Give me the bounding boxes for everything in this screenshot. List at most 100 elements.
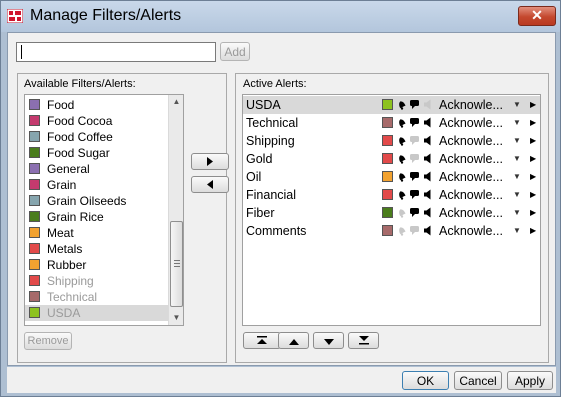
available-item[interactable]: Metals xyxy=(25,241,169,257)
dropdown-arrow-icon[interactable]: ▼ xyxy=(513,186,521,204)
available-item[interactable]: Food Cocoa xyxy=(25,113,169,129)
acknowledge-select[interactable]: Acknowle... xyxy=(439,114,503,132)
move-top-button[interactable] xyxy=(243,332,281,349)
bell-icon[interactable] xyxy=(397,99,407,110)
message-icon[interactable] xyxy=(409,99,420,110)
available-item[interactable]: USDA xyxy=(25,305,169,321)
dropdown-arrow-icon[interactable]: ▼ xyxy=(513,168,521,186)
speaker-icon[interactable] xyxy=(423,153,432,164)
available-list[interactable]: Food Food Cocoa Food Coffee Food Sugar Gener… xyxy=(24,94,184,326)
dropdown-arrow-icon[interactable]: ▼ xyxy=(513,204,521,222)
active-alert-row[interactable]: Oil Acknowle... ▼ ▶ xyxy=(243,168,540,186)
acknowledge-select[interactable]: Acknowle... xyxy=(439,204,503,222)
bell-icon[interactable] xyxy=(397,225,407,236)
dropdown-arrow-icon[interactable]: ▼ xyxy=(513,96,521,114)
message-icon[interactable] xyxy=(409,171,420,182)
cancel-button[interactable]: Cancel xyxy=(454,371,502,390)
available-scrollbar[interactable]: ▲ ▼ xyxy=(168,95,183,325)
color-swatch xyxy=(29,99,40,110)
expand-arrow-icon[interactable]: ▶ xyxy=(530,150,536,168)
bell-icon[interactable] xyxy=(397,171,407,182)
active-alert-row[interactable]: Comments Acknowle... ▼ ▶ xyxy=(243,222,540,240)
color-swatch[interactable] xyxy=(382,153,393,164)
available-item[interactable]: Grain Oilseeds xyxy=(25,193,169,209)
available-item[interactable]: Meat xyxy=(25,225,169,241)
scroll-thumb[interactable] xyxy=(170,221,183,307)
dropdown-arrow-icon[interactable]: ▼ xyxy=(513,132,521,150)
color-swatch[interactable] xyxy=(382,117,393,128)
dropdown-arrow-icon[interactable]: ▼ xyxy=(513,150,521,168)
bell-icon[interactable] xyxy=(397,135,407,146)
message-icon[interactable] xyxy=(409,135,420,146)
bell-icon[interactable] xyxy=(397,117,407,128)
expand-arrow-icon[interactable]: ▶ xyxy=(530,204,536,222)
available-item-label: General xyxy=(47,162,90,176)
active-alert-row[interactable]: USDA Acknowle... ▼ ▶ xyxy=(243,96,540,114)
expand-arrow-icon[interactable]: ▶ xyxy=(530,186,536,204)
filter-name-input[interactable] xyxy=(16,42,216,62)
message-icon[interactable] xyxy=(409,189,420,200)
speaker-icon[interactable] xyxy=(423,225,432,236)
available-item[interactable]: Food Sugar xyxy=(25,145,169,161)
expand-arrow-icon[interactable]: ▶ xyxy=(530,222,536,240)
move-right-button[interactable] xyxy=(191,153,229,170)
apply-button[interactable]: Apply xyxy=(507,371,553,390)
expand-arrow-icon[interactable]: ▶ xyxy=(530,114,536,132)
color-swatch[interactable] xyxy=(382,189,393,200)
available-item[interactable]: Rubber xyxy=(25,257,169,273)
message-icon[interactable] xyxy=(409,153,420,164)
bell-icon[interactable] xyxy=(397,153,407,164)
speaker-icon[interactable] xyxy=(423,117,432,128)
speaker-icon[interactable] xyxy=(423,207,432,218)
message-icon[interactable] xyxy=(409,225,420,236)
available-item[interactable]: Grain Rice xyxy=(25,209,169,225)
available-item[interactable]: Grain xyxy=(25,177,169,193)
dropdown-arrow-icon[interactable]: ▼ xyxy=(513,222,521,240)
ok-button[interactable]: OK xyxy=(402,371,449,390)
speaker-icon[interactable] xyxy=(423,171,432,182)
active-alert-row[interactable]: Gold Acknowle... ▼ ▶ xyxy=(243,150,540,168)
acknowledge-select[interactable]: Acknowle... xyxy=(439,150,503,168)
speaker-icon[interactable] xyxy=(423,135,432,146)
active-list[interactable]: USDA Acknowle... ▼ ▶ Technical Acknowle... ▼ ▶ S… xyxy=(242,94,541,326)
color-swatch[interactable] xyxy=(382,207,393,218)
color-swatch[interactable] xyxy=(382,135,393,146)
available-item[interactable]: Food Coffee xyxy=(25,129,169,145)
bell-icon[interactable] xyxy=(397,189,407,200)
acknowledge-select[interactable]: Acknowle... xyxy=(439,96,503,114)
acknowledge-select[interactable]: Acknowle... xyxy=(439,132,503,150)
speaker-icon[interactable] xyxy=(423,99,432,110)
color-swatch xyxy=(29,147,40,158)
color-swatch[interactable] xyxy=(382,171,393,182)
acknowledge-select[interactable]: Acknowle... xyxy=(439,168,503,186)
message-icon[interactable] xyxy=(409,117,420,128)
move-left-button[interactable] xyxy=(191,176,229,193)
scroll-down-icon[interactable]: ▼ xyxy=(169,311,183,325)
move-up-button[interactable] xyxy=(278,332,309,349)
color-swatch[interactable] xyxy=(382,99,393,110)
dropdown-arrow-icon[interactable]: ▼ xyxy=(513,114,521,132)
move-down-button[interactable] xyxy=(313,332,344,349)
add-button[interactable]: Add xyxy=(220,42,250,61)
acknowledge-select[interactable]: Acknowle... xyxy=(439,186,503,204)
acknowledge-select[interactable]: Acknowle... xyxy=(439,222,503,240)
bell-icon[interactable] xyxy=(397,207,407,218)
available-item[interactable]: Shipping xyxy=(25,273,169,289)
expand-arrow-icon[interactable]: ▶ xyxy=(530,132,536,150)
remove-button[interactable]: Remove xyxy=(24,332,72,350)
active-alert-row[interactable]: Technical Acknowle... ▼ ▶ xyxy=(243,114,540,132)
active-alert-row[interactable]: Fiber Acknowle... ▼ ▶ xyxy=(243,204,540,222)
move-bottom-button[interactable] xyxy=(348,332,379,349)
expand-arrow-icon[interactable]: ▶ xyxy=(530,168,536,186)
message-icon[interactable] xyxy=(409,207,420,218)
scroll-up-icon[interactable]: ▲ xyxy=(169,95,183,109)
close-button[interactable]: ✕ xyxy=(518,6,556,26)
color-swatch[interactable] xyxy=(382,225,393,236)
active-alert-row[interactable]: Financial Acknowle... ▼ ▶ xyxy=(243,186,540,204)
available-item[interactable]: Food xyxy=(25,97,169,113)
available-item[interactable]: Technical xyxy=(25,289,169,305)
speaker-icon[interactable] xyxy=(423,189,432,200)
available-item[interactable]: General xyxy=(25,161,169,177)
active-alert-row[interactable]: Shipping Acknowle... ▼ ▶ xyxy=(243,132,540,150)
expand-arrow-icon[interactable]: ▶ xyxy=(530,96,536,114)
